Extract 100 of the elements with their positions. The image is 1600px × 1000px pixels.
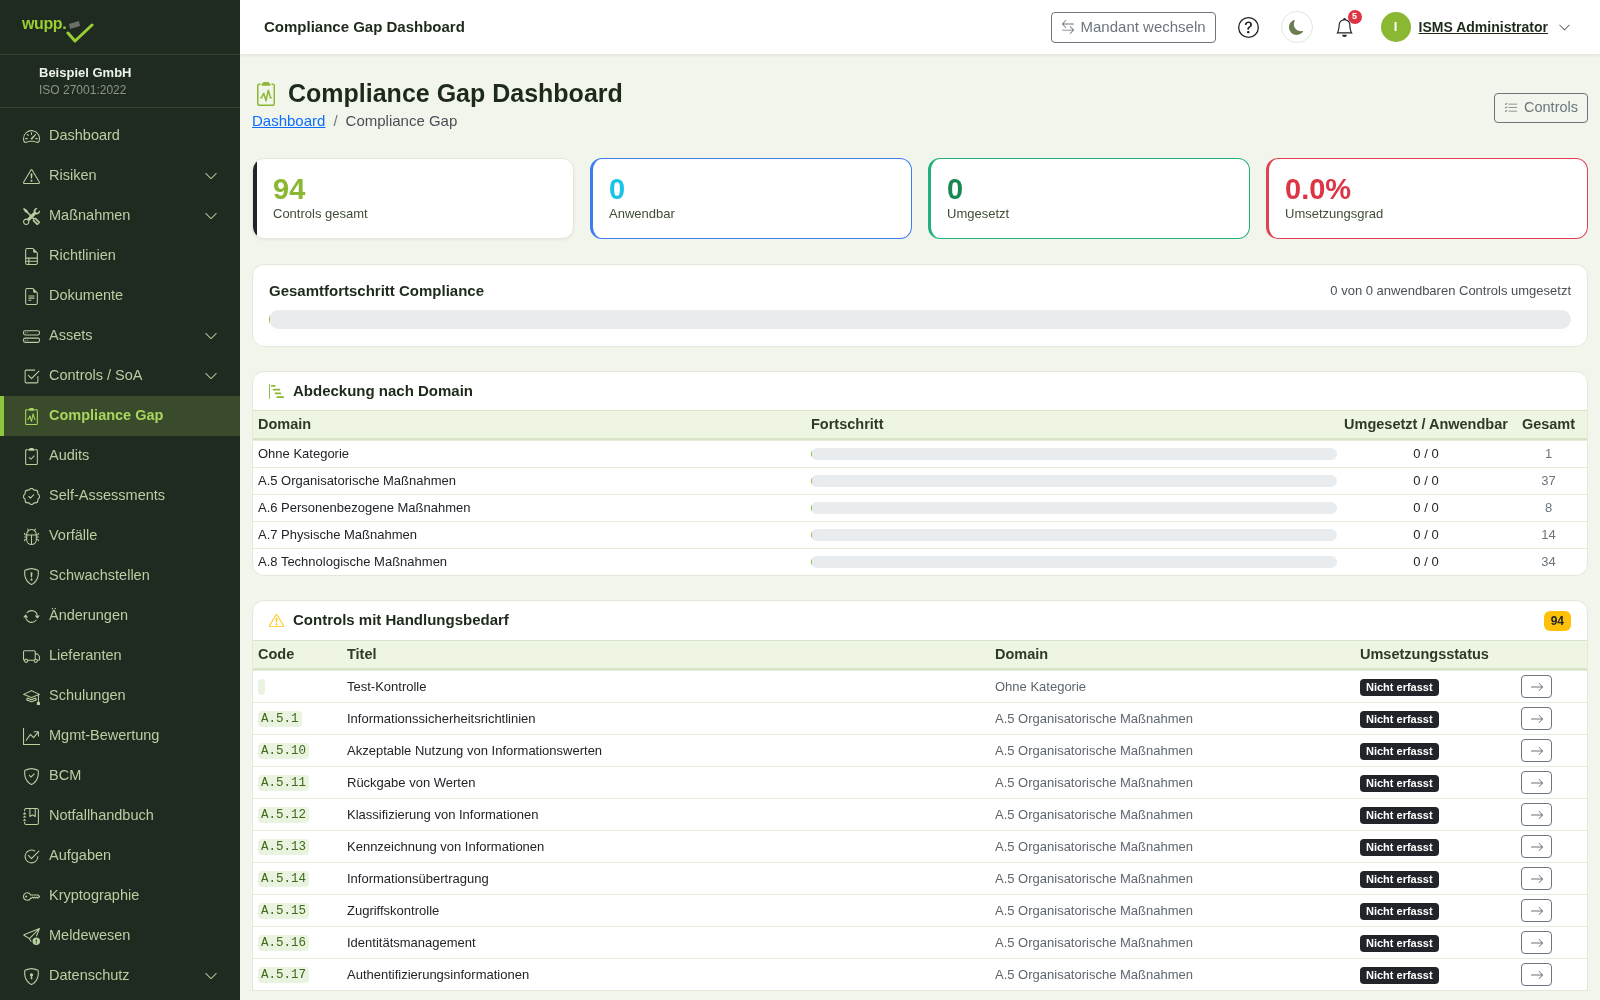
sidebar-item[interactable]: Maßnahmen bbox=[0, 196, 240, 236]
sidebar-item[interactable]: Dokumente bbox=[0, 276, 240, 316]
sidebar-item[interactable]: Meldewesen bbox=[0, 916, 240, 956]
table-cell-text: 0 / 0 bbox=[1413, 526, 1439, 545]
table-cell-text: 0 / 0 bbox=[1413, 553, 1439, 572]
stat-value: 94 bbox=[273, 173, 306, 205]
sidebar-item[interactable]: Audits bbox=[0, 436, 240, 476]
status-badge: Nicht erfasst bbox=[1360, 774, 1439, 792]
open-button[interactable] bbox=[1521, 675, 1552, 698]
control-code: A.5.13 bbox=[258, 839, 309, 856]
sidebar-item[interactable]: Schulungen bbox=[0, 676, 240, 716]
column-header: Umgesetzt / Anwendbar bbox=[1344, 414, 1508, 434]
status-badge: Nicht erfasst bbox=[1360, 934, 1439, 952]
table-cell-text: A.8 Technologische Maßnahmen bbox=[257, 553, 448, 572]
control-code: A.5.11 bbox=[258, 775, 309, 792]
table-cell-text: A.5 Organisatorische Maßnahmen bbox=[994, 901, 1193, 920]
send-exclamation-icon bbox=[23, 927, 40, 945]
sidebar-item[interactable]: Dashboard bbox=[0, 116, 240, 156]
stat-label: Controls gesamt bbox=[273, 205, 368, 223]
table-cell-text: 8 bbox=[1544, 499, 1553, 518]
controls-button[interactable]: Controls bbox=[1494, 93, 1588, 123]
stat-label: Umgesetzt bbox=[947, 205, 1010, 223]
sidebar-item[interactable]: Assets bbox=[0, 316, 240, 356]
table-cell-text: Kennzeichnung von Informationen bbox=[346, 837, 545, 856]
sidebar-item[interactable]: Aufgaben bbox=[0, 836, 240, 876]
sidebar-item[interactable]: Mgmt-Bewertung bbox=[0, 716, 240, 756]
table-cell-text: A.6 Personenbezogene Maßnahmen bbox=[257, 499, 471, 518]
table-cell-text: A.7 Physische Maßnahmen bbox=[257, 526, 417, 545]
page-title: Compliance Gap Dashboard bbox=[288, 78, 623, 110]
stat-label: Umsetzungsgrad bbox=[1285, 205, 1384, 223]
checkmark-logo-icon bbox=[66, 19, 95, 43]
sidebar-item[interactable]: Datenschutz bbox=[0, 956, 240, 996]
clipboard-pulse-icon bbox=[23, 407, 40, 425]
table-cell-text: A.5 Organisatorische Maßnahmen bbox=[994, 837, 1193, 856]
open-button[interactable] bbox=[1521, 739, 1552, 762]
table-cell-text: Zugriffskontrolle bbox=[346, 901, 440, 920]
clipboard-pulse-icon bbox=[254, 82, 278, 106]
open-button[interactable] bbox=[1521, 963, 1552, 986]
column-header: Fortschritt bbox=[810, 414, 884, 434]
truck-icon bbox=[23, 647, 40, 665]
sidebar-item[interactable]: Self-Assessments bbox=[0, 476, 240, 516]
table-cell-text: A.5 Organisatorische Maßnahmen bbox=[994, 805, 1193, 824]
table-cell-text: A.5 Organisatorische Maßnahmen bbox=[257, 472, 456, 491]
open-button[interactable] bbox=[1521, 803, 1552, 826]
sidebar-item[interactable]: Lieferanten bbox=[0, 636, 240, 676]
open-button[interactable] bbox=[1521, 899, 1552, 922]
gauge-icon bbox=[23, 127, 40, 145]
status-badge: Nicht erfasst bbox=[1360, 838, 1439, 856]
sidebar-item[interactable]: Compliance Gap bbox=[0, 396, 240, 436]
chart-up-icon bbox=[23, 727, 40, 745]
column-header: Titel bbox=[346, 644, 377, 664]
open-button[interactable] bbox=[1521, 771, 1552, 794]
sidebar-item[interactable]: BCM bbox=[0, 756, 240, 796]
sidebar-item[interactable]: Notfallhandbuch bbox=[0, 796, 240, 836]
ruled-document-icon bbox=[23, 247, 40, 265]
table-cell-text: Authentifizierungsinformationen bbox=[346, 965, 530, 984]
open-button[interactable] bbox=[1521, 867, 1552, 890]
shield-lock-icon bbox=[23, 967, 40, 985]
sidebar-item[interactable]: Risiken bbox=[0, 156, 240, 196]
column-header: Code bbox=[257, 644, 295, 664]
sidebar-item[interactable]: Schwachstellen bbox=[0, 556, 240, 596]
stat-value: 0.0% bbox=[1285, 173, 1352, 205]
control-code: A.5.17 bbox=[258, 967, 309, 984]
warning-triangle-icon bbox=[23, 167, 40, 185]
open-button[interactable] bbox=[1521, 931, 1552, 954]
server-stack-icon bbox=[23, 327, 40, 345]
user-menu-link[interactable]: ISMS Administrator bbox=[1418, 16, 1548, 38]
open-button[interactable] bbox=[1521, 835, 1552, 858]
table-cell-text: Informationssicherheitsrichtlinien bbox=[346, 709, 536, 728]
shield-check-icon bbox=[23, 767, 40, 785]
bar-chart-steps-icon bbox=[269, 383, 284, 399]
sidebar-item[interactable]: Richtlinien bbox=[0, 236, 240, 276]
theme-toggle-button[interactable] bbox=[1280, 11, 1313, 43]
refresh-icon bbox=[23, 607, 40, 625]
journal-bookmark-icon bbox=[23, 807, 40, 825]
column-header: Gesamt bbox=[1521, 414, 1576, 434]
open-button[interactable] bbox=[1521, 707, 1552, 730]
stat-value: 0 bbox=[947, 173, 964, 205]
bell-icon[interactable] bbox=[1334, 17, 1354, 37]
badge-check-icon bbox=[23, 487, 40, 505]
sidebar-item[interactable]: Controls / SoA bbox=[0, 356, 240, 396]
breadcrumb-link[interactable]: Dashboard bbox=[252, 109, 326, 133]
table-cell-text: 34 bbox=[1541, 553, 1556, 572]
card-title: Gesamtfortschritt Compliance bbox=[269, 280, 485, 301]
control-code: A.5.12 bbox=[258, 807, 309, 824]
breadcrumb-separator: / bbox=[332, 110, 339, 131]
sidebar-item[interactable]: Kryptographie bbox=[0, 876, 240, 916]
help-icon[interactable] bbox=[1237, 16, 1259, 38]
table-cell-text: A.5 Organisatorische Maßnahmen bbox=[994, 773, 1193, 792]
breadcrumb-current: Compliance Gap bbox=[345, 110, 458, 131]
sidebar-item[interactable]: Vorfälle bbox=[0, 516, 240, 556]
sidebar-item[interactable]: Änderungen bbox=[0, 596, 240, 636]
notification-count-badge: 5 bbox=[1347, 9, 1362, 24]
table-cell-text: Akzeptable Nutzung von Informationswerten bbox=[346, 741, 603, 760]
status-badge: Nicht erfasst bbox=[1360, 678, 1439, 696]
table-cell-text: 0 / 0 bbox=[1413, 445, 1439, 464]
status-badge: Nicht erfasst bbox=[1360, 710, 1439, 728]
switch-tenant-button[interactable]: Mandant wechseln bbox=[1050, 11, 1216, 43]
table-cell-text: A.5 Organisatorische Maßnahmen bbox=[994, 709, 1193, 728]
clipboard-check-icon bbox=[23, 447, 40, 465]
